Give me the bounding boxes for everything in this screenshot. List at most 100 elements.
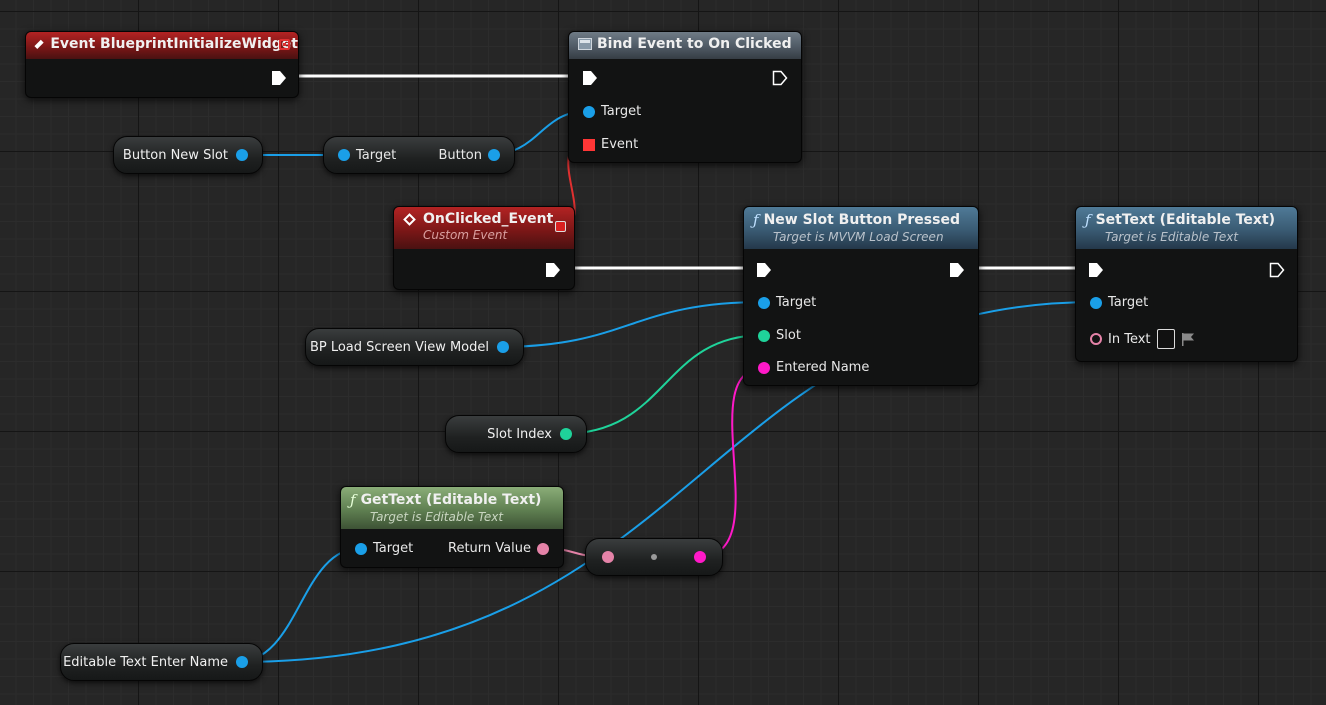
node-header: OnClicked_Event Custom Event	[394, 207, 574, 249]
node-header: ƒ SetText (Editable Text) Target is Edit…	[1076, 207, 1297, 249]
wire-viewmodel-to-target	[496, 301, 765, 348]
exec-pin-icon	[950, 263, 964, 277]
localization-flag-icon[interactable]	[1181, 332, 1195, 346]
node-title: OnClicked_Event	[423, 211, 554, 227]
variable-slot-index[interactable]: Slot Index	[445, 415, 587, 453]
node-subtitle: Target is Editable Text	[1105, 230, 1239, 244]
exec-input-pin[interactable]	[756, 262, 772, 278]
settext-node[interactable]: ƒ SetText (Editable Text) Target is Edit…	[1075, 206, 1298, 362]
get-button-node[interactable]: Target Button	[323, 136, 515, 174]
function-icon: ƒ	[753, 211, 759, 229]
exec-output-pin[interactable]	[1269, 262, 1285, 278]
object-pin-icon[interactable]	[497, 341, 509, 353]
pin-label: In Text	[1108, 331, 1151, 347]
exec-output-pin[interactable]	[949, 262, 965, 278]
pin-label: Target	[1108, 295, 1149, 310]
node-subtitle: Target is MVVM Load Screen	[773, 230, 944, 244]
exec-output-pin[interactable]	[271, 70, 287, 86]
variable-label: Slot Index	[487, 426, 552, 442]
node-header: ƒ GetText (Editable Text) Target is Edit…	[341, 487, 563, 529]
onclicked-event-node[interactable]: OnClicked_Event Custom Event	[393, 206, 575, 290]
function-icon: ƒ	[1085, 211, 1091, 229]
object-pin-icon[interactable]	[236, 149, 248, 161]
node-title: New Slot Button Pressed	[763, 212, 960, 228]
event-icon	[34, 39, 44, 49]
pin-label: Button	[438, 147, 482, 163]
target-pin[interactable]: Target	[1090, 295, 1148, 310]
return-value-pin[interactable]: Return Value	[448, 541, 549, 556]
exec-output-pin[interactable]	[772, 70, 788, 86]
exec-input-pin[interactable]	[582, 70, 598, 86]
object-pin-icon	[488, 149, 500, 161]
entered-name-pin[interactable]: Entered Name	[758, 360, 869, 375]
target-pin[interactable]: Target	[583, 104, 641, 119]
pin-label: Target	[601, 104, 642, 119]
exec-pin-icon	[1089, 263, 1103, 277]
exec-pin-icon	[546, 263, 560, 277]
exec-pin-icon	[757, 263, 771, 277]
node-title: Bind Event to On Clicked	[597, 36, 792, 52]
pin-label: Target	[776, 295, 817, 310]
text-to-string-conversion-node[interactable]	[585, 538, 723, 576]
delegate-function-icon	[578, 38, 592, 50]
exec-pin-icon	[272, 71, 286, 85]
exec-output-pin[interactable]	[545, 262, 561, 278]
slot-pin[interactable]: Slot	[758, 328, 801, 343]
wire-reroute-to-enteredname	[698, 367, 765, 558]
object-pin-icon	[1090, 296, 1102, 309]
exec-input-pin[interactable]	[1088, 262, 1104, 278]
object-pin-icon	[355, 542, 367, 555]
pin-label: Slot	[776, 328, 801, 343]
variable-bp-load-screen-view-model[interactable]: BP Load Screen View Model	[305, 328, 524, 366]
pin-label: Return Value	[448, 541, 531, 556]
new-slot-button-pressed-node[interactable]: ƒ New Slot Button Pressed Target is MVVM…	[743, 206, 979, 386]
integer-pin-icon[interactable]	[560, 428, 572, 440]
exec-pin-icon	[1269, 262, 1285, 278]
pin-label: Target	[356, 147, 397, 163]
delegate-pin-icon	[583, 138, 595, 151]
node-title: SetText (Editable Text)	[1095, 212, 1276, 228]
event-pin[interactable]: Event	[583, 137, 638, 152]
object-pin-icon	[758, 296, 770, 309]
gettext-node[interactable]: ƒ GetText (Editable Text) Target is Edit…	[340, 486, 564, 568]
node-header: ƒ New Slot Button Pressed Target is MVVM…	[744, 207, 978, 249]
target-pin[interactable]: Target	[355, 541, 413, 556]
pin-label: Entered Name	[776, 360, 870, 375]
wire-slotindex-to-slot	[560, 334, 765, 435]
in-text-pin[interactable]: In Text	[1090, 329, 1195, 349]
text-pin-icon[interactable]	[602, 551, 614, 563]
node-header: Event BlueprintInitializeWidget	[26, 32, 298, 59]
bind-event-node[interactable]: Bind Event to On Clicked Target Event	[568, 31, 802, 163]
function-icon: ƒ	[350, 491, 356, 509]
node-title: Event BlueprintInitializeWidget	[50, 36, 298, 52]
text-pin-icon	[1090, 333, 1102, 345]
object-pin-icon	[338, 149, 350, 161]
variable-button-new-slot[interactable]: Button New Slot	[113, 136, 263, 174]
pin-label: Event	[601, 137, 639, 152]
exec-pin-icon	[583, 71, 597, 85]
variable-label: Button New Slot	[122, 147, 228, 163]
pin-label: Target	[373, 541, 414, 556]
event-initialize-widget-node[interactable]: Event BlueprintInitializeWidget	[25, 31, 299, 98]
string-pin-icon	[758, 361, 770, 374]
event-icon	[403, 212, 416, 226]
node-subtitle: Custom Event	[423, 228, 508, 242]
exec-pin-icon	[772, 70, 788, 86]
node-title: GetText (Editable Text)	[360, 492, 542, 508]
string-pin-icon[interactable]	[694, 551, 706, 563]
button-pin[interactable]: Button	[438, 148, 500, 163]
target-pin[interactable]: Target	[758, 295, 816, 310]
variable-editable-text-enter-name[interactable]: Editable Text Enter Name	[60, 643, 263, 681]
conversion-dot-icon	[651, 554, 657, 560]
object-pin-icon[interactable]	[236, 656, 248, 668]
node-header: Bind Event to On Clicked	[569, 32, 801, 59]
variable-label: BP Load Screen View Model	[309, 339, 489, 355]
target-pin[interactable]: Target	[338, 148, 396, 163]
integer-pin-icon	[758, 329, 770, 342]
in-text-input[interactable]	[1156, 329, 1175, 349]
delegate-output-icon[interactable]	[279, 39, 290, 50]
variable-label: Editable Text Enter Name	[63, 654, 228, 670]
delegate-output-pin[interactable]	[555, 221, 566, 232]
text-pin-icon	[537, 542, 549, 555]
object-pin-icon	[583, 105, 595, 118]
